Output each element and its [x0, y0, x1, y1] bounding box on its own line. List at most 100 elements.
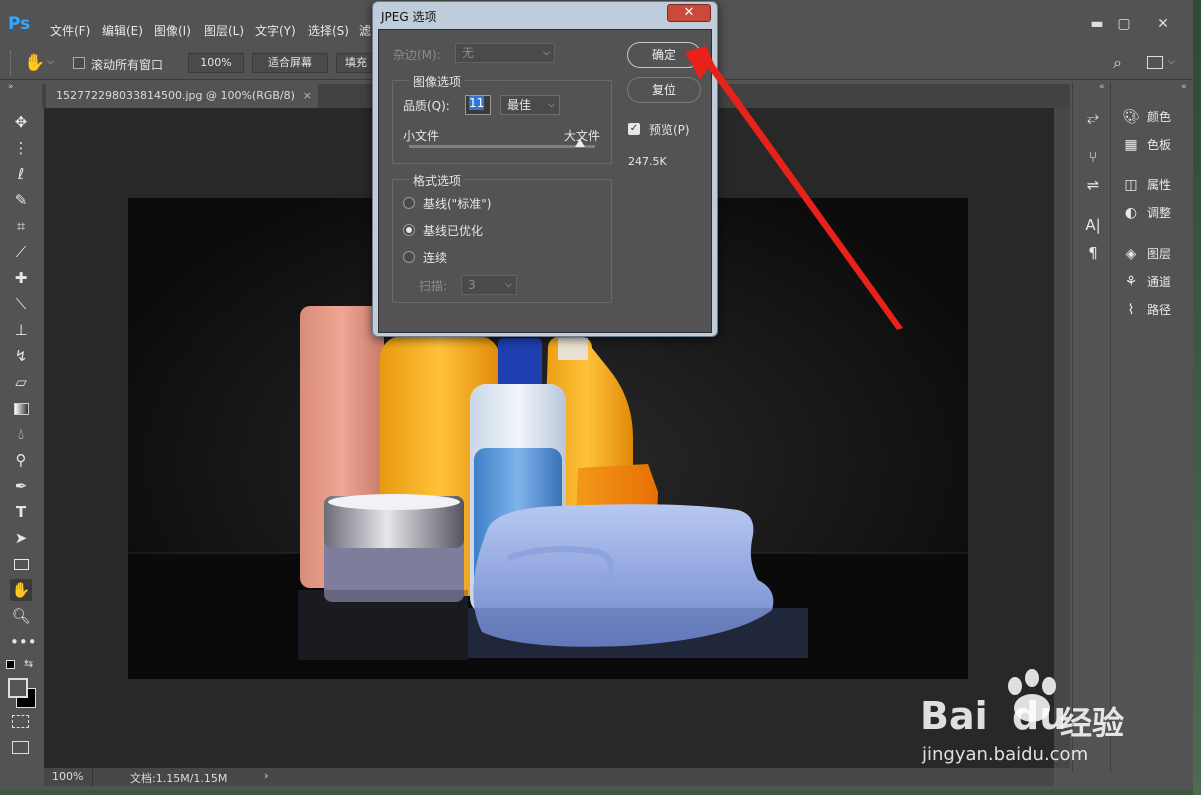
eraser-tool-icon[interactable]: ▱: [10, 371, 32, 393]
chevron-down-icon: ⌵: [505, 280, 512, 290]
properties-panel-label: 属性: [1147, 178, 1172, 192]
color-panel-tab[interactable]: 🎨︎ 颜色: [1121, 106, 1191, 128]
watermark-brand: Bai: [920, 694, 988, 738]
scroll-all-checkbox[interactable]: [73, 57, 85, 69]
format-baseline-radio[interactable]: [403, 197, 415, 209]
zoom-100-button[interactable]: 100%: [188, 53, 244, 73]
adjust-icon: ◐: [1124, 205, 1138, 221]
quality-input[interactable]: 11: [465, 95, 491, 115]
dialog-title: JPEG 选项: [381, 10, 437, 24]
lasso-tool-icon[interactable]: ℓ: [10, 163, 32, 185]
channels-panel-tab[interactable]: ⚘ 通道: [1121, 271, 1191, 293]
format-baseline-label: 基线("标准"): [423, 197, 492, 211]
hand-tool-icon[interactable]: ✋: [24, 53, 45, 73]
collapse-panels-icon[interactable]: «: [1181, 82, 1187, 92]
dialog-body: 杂边(M): 无 ⌵ 图像选项 品质(Q): 11 最佳 ⌵ 小文件 大文件 格式选…: [378, 29, 712, 333]
workspace-chevron-icon[interactable]: ⌵: [1168, 57, 1175, 67]
move-tool-icon[interactable]: ✥: [10, 111, 32, 133]
format-optimized-radio[interactable]: [403, 224, 415, 236]
menu-file[interactable]: 文件(F): [50, 22, 90, 39]
character-panel-icon[interactable]: A|: [1083, 216, 1103, 236]
properties-panel-tab[interactable]: ◫ 属性: [1121, 174, 1191, 196]
format-options-group: 格式选项 基线("标准") 基线已优化 连续 扫描: 3 ⌵: [392, 172, 612, 303]
layers-icon: ◈: [1125, 246, 1137, 262]
status-bar: 100% 文档:1.15M/1.15M ›: [44, 768, 1054, 786]
history-brush-tool-icon[interactable]: ↯: [10, 345, 32, 367]
layers-panel-tab[interactable]: ◈ 图层: [1121, 243, 1191, 265]
close-window-button[interactable]: ✕: [1145, 14, 1181, 34]
quality-slider-track[interactable]: [409, 139, 595, 148]
small-file-label: 小文件: [403, 129, 440, 143]
quick-select-tool-icon[interactable]: ✎: [10, 189, 32, 211]
minimize-button[interactable]: ▬: [1085, 14, 1109, 34]
pen-tool-icon[interactable]: ✒: [10, 475, 32, 497]
brush-tool-icon[interactable]: ⟍: [10, 293, 32, 315]
history-panel-icon[interactable]: ⥂: [1083, 108, 1103, 128]
menu-edit[interactable]: 编辑(E): [102, 22, 143, 39]
baidu-watermark: Bai du 经验 jingyan.baidu.com: [920, 664, 1140, 774]
watermark-url: jingyan.baidu.com: [922, 744, 1089, 765]
zoom-readout[interactable]: 100%: [52, 770, 83, 783]
paths-panel-tab[interactable]: ⌇ 路径: [1121, 299, 1191, 321]
foreground-color-swatch[interactable]: [8, 678, 28, 698]
menu-filter[interactable]: 滤: [359, 22, 371, 39]
image-options-title: 图像选项: [409, 73, 466, 90]
zoom-tool-icon[interactable]: 🔍︎: [10, 605, 32, 627]
preview-checkbox[interactable]: ✓: [628, 123, 640, 135]
close-tab-icon[interactable]: ×: [303, 84, 312, 108]
document-tab-title: 152772298033814500.jpg @ 100%(RGB/8): [56, 89, 295, 102]
scans-value: 3: [468, 278, 476, 292]
adjustments-panel-tab[interactable]: ◐ 调整: [1121, 202, 1191, 224]
maximize-button[interactable]: ▢: [1112, 14, 1136, 34]
dodge-tool-icon[interactable]: ⚲: [10, 449, 32, 471]
chevron-down-icon: ⌵: [548, 100, 555, 110]
collapse-dock-icon[interactable]: «: [1099, 82, 1105, 92]
workspace-icon[interactable]: [1147, 56, 1163, 69]
default-colors-icon[interactable]: [6, 660, 15, 669]
search-icon[interactable]: ⌕: [1113, 53, 1122, 73]
quality-slider-thumb[interactable]: [574, 139, 585, 147]
format-progressive-label: 连续: [423, 251, 448, 265]
type-tool-icon[interactable]: T: [10, 501, 32, 523]
channels-panel-label: 通道: [1147, 275, 1172, 289]
status-menu-arrow-icon[interactable]: ›: [264, 769, 268, 782]
palette-icon: 🎨︎: [1122, 109, 1140, 125]
reset-button[interactable]: 复位: [627, 77, 701, 103]
watermark-brand-suffix: du: [1012, 694, 1067, 738]
swap-colors-icon[interactable]: ⇆: [24, 657, 33, 670]
brush-presets-icon[interactable]: ⇌: [1083, 176, 1103, 196]
rectangle-tool-icon[interactable]: [10, 553, 32, 575]
document-tab[interactable]: 152772298033814500.jpg @ 100%(RGB/8) ×: [46, 84, 318, 108]
menu-image[interactable]: 图像(I): [154, 22, 191, 39]
crop-tool-icon[interactable]: ⌗: [10, 215, 32, 237]
menu-layer[interactable]: 图层(L): [204, 22, 244, 39]
swatches-panel-tab[interactable]: ▦ 色板: [1121, 134, 1191, 156]
menu-select[interactable]: 选择(S): [308, 22, 349, 39]
dialog-close-button[interactable]: ✕: [667, 4, 711, 22]
eyedropper-tool-icon[interactable]: ⟋: [10, 241, 32, 263]
fill-screen-button[interactable]: 填充: [336, 53, 376, 73]
hand-tool-icon[interactable]: ✋: [10, 579, 32, 601]
ok-button[interactable]: 确定: [627, 42, 701, 68]
more-tools-icon[interactable]: •••: [10, 631, 37, 653]
app-logo: Ps: [8, 14, 31, 34]
paragraph-panel-icon[interactable]: ¶: [1083, 244, 1103, 264]
quality-preset-select[interactable]: 最佳 ⌵: [500, 95, 560, 115]
gradient-tool-icon[interactable]: [10, 397, 32, 419]
fit-screen-button[interactable]: 适合屏幕: [252, 53, 328, 73]
stamp-tool-icon[interactable]: ⊥: [10, 319, 32, 341]
chevron-down-icon[interactable]: ⌵: [47, 57, 54, 67]
blur-tool-icon[interactable]: 💧︎: [10, 423, 32, 445]
collapse-toolbar-icon[interactable]: »: [8, 82, 14, 92]
format-progressive-radio[interactable]: [403, 251, 415, 263]
brush-settings-icon[interactable]: ⑂: [1083, 148, 1103, 168]
matte-select: 无 ⌵: [455, 43, 555, 63]
quality-preset-value: 最佳: [507, 98, 532, 112]
marquee-tool-icon[interactable]: ⋮: [10, 137, 32, 159]
path-select-tool-icon[interactable]: ➤: [10, 527, 32, 549]
quick-mask-icon[interactable]: [12, 715, 29, 728]
menu-type[interactable]: 文字(Y): [255, 22, 296, 39]
adjustments-panel-label: 调整: [1147, 206, 1172, 220]
screen-mode-icon[interactable]: [12, 741, 29, 754]
healing-brush-tool-icon[interactable]: ✚: [10, 267, 32, 289]
